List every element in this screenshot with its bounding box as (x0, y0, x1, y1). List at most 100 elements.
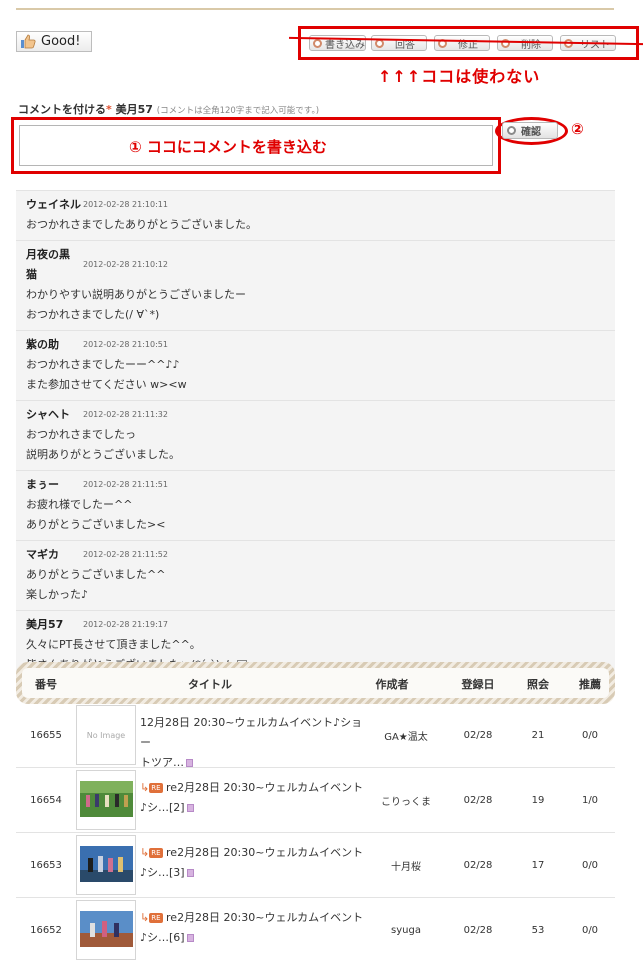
comment-user: 美月57 (115, 103, 153, 116)
row-number: 16652 (30, 925, 62, 936)
good-button[interactable]: Good! (16, 31, 92, 52)
comment-author: 美月57 (26, 618, 64, 631)
row-views: 19 (531, 795, 545, 806)
thumbs-up-icon (21, 34, 36, 49)
confirm-button[interactable]: 確認 (502, 122, 558, 139)
edit-label: 修正 (458, 39, 478, 51)
row-views: 17 (531, 860, 545, 871)
header-number: 番号 (35, 678, 57, 691)
row-views: 53 (531, 925, 545, 936)
thumbnail[interactable] (76, 900, 136, 960)
comment-date: 2012-02-28 21:11:51 (83, 480, 168, 489)
comment-text: おつかれさまでしたありがとうございました。 (26, 218, 257, 231)
row-author[interactable]: syuga (371, 898, 441, 961)
comment-item: シャヘト 2012-02-28 21:11:32 おつかれさまでしたっ 説明ありが… (16, 401, 615, 471)
comment-list: ウェイネル 2012-02-28 21:10:11 おつかれさまでしたありがとうご… (16, 190, 615, 681)
bullet-icon (313, 38, 322, 48)
header-title: タイトル (188, 678, 232, 691)
board-list: 16655 No Image 12月28日 20:30~ウェルカムイベント♪ショ… (16, 703, 615, 961)
board-header: 番号 タイトル 作成者 登録日 照会 推薦 (16, 662, 615, 704)
thumbnail-placeholder[interactable]: No Image (76, 705, 136, 765)
header-author: 作成者 (375, 678, 409, 691)
comment-item: ウェイネル 2012-02-28 21:10:11 おつかれさまでしたありがとうご… (16, 191, 615, 241)
comment-label-text: コメントを付ける (18, 103, 106, 116)
thumbnail[interactable] (76, 770, 136, 830)
title-line1: 12月28日 20:30~ウェルカムイベント♪ショー (140, 716, 363, 749)
comment-input-annotation: ① ココにコメントを書き込む (11, 117, 501, 174)
row-title[interactable]: ↳ RE re2月28日 20:30~ウェルカムイベント ♪シ…[6] (140, 908, 372, 948)
board-row[interactable]: 16655 No Image 12月28日 20:30~ウェルカムイベント♪ショ… (16, 703, 615, 769)
row-title[interactable]: ↳ RE re2月28日 20:30~ウェルカムイベント ♪シ…[2] (140, 778, 372, 818)
comment-date: 2012-02-28 21:10:51 (83, 340, 168, 349)
row-number: 16653 (30, 860, 62, 871)
comment-text: 久々にPT長させて頂きました^^。 (26, 638, 201, 651)
good-label: Good! (41, 34, 81, 49)
comment-text: 楽しかった♪ (26, 588, 89, 601)
header-views: 照会 (527, 678, 549, 691)
re-badge: RE (149, 913, 163, 923)
title-line1: re2月28日 20:30~ウェルカムイベント (166, 846, 364, 859)
row-date: 02/28 (463, 860, 493, 871)
required-mark: * (106, 103, 112, 116)
annotation-write-here: ① ココにコメントを書き込む (129, 138, 327, 156)
comment-author: ウェイネル (26, 198, 81, 211)
row-recommend: 0/0 (581, 925, 599, 936)
row-title[interactable]: 12月28日 20:30~ウェルカムイベント♪ショー トツア… (140, 713, 372, 773)
reply-arrow-icon: ↳ (140, 781, 150, 794)
comment-author-line1: 月夜の黒 (26, 248, 70, 261)
thumbnail[interactable] (76, 835, 136, 895)
title-line2: ♪シ…[6] (140, 931, 185, 944)
action-bar-annotation: 書き込み 回答 修正 削除 リスト (289, 26, 643, 60)
title-line2: ♪シ…[2] (140, 801, 185, 814)
reply-arrow-icon: ↳ (140, 846, 150, 859)
comment-date: 2012-02-28 21:10:11 (83, 200, 168, 209)
screenshot-thumbnail-image (80, 781, 133, 817)
row-date: 02/28 (463, 925, 493, 936)
comment-author: マギカ (26, 548, 59, 561)
comment-text: また参加させてください w><w (26, 378, 187, 391)
row-views: 21 (531, 730, 545, 741)
reply-label: 回答 (395, 39, 415, 51)
comment-text: おつかれさまでした(/ ∀`*) (26, 308, 160, 321)
header-recommend: 推薦 (579, 678, 601, 691)
row-author[interactable]: こりっくま (371, 768, 441, 833)
comment-text: ありがとうございました^^ (26, 568, 166, 581)
row-author[interactable]: GA★温太 (371, 703, 441, 768)
title-line2: ♪シ…[3] (140, 866, 185, 879)
comment-author: シャヘト (26, 408, 70, 421)
title-line1: re2月28日 20:30~ウェルカムイベント (166, 781, 364, 794)
comment-author: まぅー (26, 478, 59, 491)
row-date: 02/28 (463, 795, 493, 806)
comment-item: 月夜の黒猫 2012-02-28 21:10:12 わかりやすい説明ありがとうござ… (16, 241, 615, 331)
row-title[interactable]: ↳ RE re2月28日 20:30~ウェルカムイベント ♪シ…[3] (140, 843, 372, 883)
comment-item: 紫の助 2012-02-28 21:10:51 おつかれさまでしたーー^^♪♪ ま… (16, 331, 615, 401)
comment-item: マギカ 2012-02-28 21:11:52 ありがとうございました^^ 楽しか… (16, 541, 615, 611)
row-recommend: 0/0 (581, 860, 599, 871)
title-line1: re2月28日 20:30~ウェルカムイベント (166, 911, 364, 924)
row-recommend: 0/0 (581, 730, 599, 741)
row-author[interactable]: 十月桜 (371, 833, 441, 898)
annotation-step-two: ② (571, 120, 584, 138)
board-row[interactable]: 16654 ↳ RE re2月28日 20:30~ウェルカムイベント ♪シ…[2]… (16, 768, 615, 833)
comment-text: おつかれさまでしたっ (26, 428, 136, 441)
comment-date: 2012-02-28 21:19:17 (83, 620, 168, 629)
edit-button[interactable]: 修正 (434, 35, 490, 51)
screenshot-thumbnail-image (80, 911, 133, 947)
comment-author: 紫の助 (26, 338, 59, 351)
image-attached-icon (186, 869, 194, 877)
reply-arrow-icon: ↳ (140, 911, 150, 924)
comment-text: おつかれさまでしたーー^^♪♪ (26, 358, 180, 371)
screenshot-thumbnail-image (80, 846, 133, 882)
comment-author: 月夜の黒猫 (26, 245, 83, 285)
row-number: 16655 (30, 730, 62, 741)
annotation-not-used: ↑↑↑ココは使わない (378, 67, 541, 86)
comment-date: 2012-02-28 21:10:12 (83, 260, 168, 269)
reply-button[interactable]: 回答 (371, 35, 427, 51)
row-number: 16654 (30, 795, 62, 806)
comment-text: わかりやすい説明ありがとうございましたー (26, 288, 246, 301)
board-row[interactable]: 16653 ↳ RE re2月28日 20:30~ウェルカムイベント ♪シ…[3]… (16, 833, 615, 898)
header-date: 登録日 (461, 678, 495, 691)
comment-date: 2012-02-28 21:11:32 (83, 410, 168, 419)
comment-date: 2012-02-28 21:11:52 (83, 550, 168, 559)
board-row[interactable]: 16652 ↳ RE re2月28日 20:30~ウェルカムイベント ♪シ…[6]… (16, 898, 615, 961)
